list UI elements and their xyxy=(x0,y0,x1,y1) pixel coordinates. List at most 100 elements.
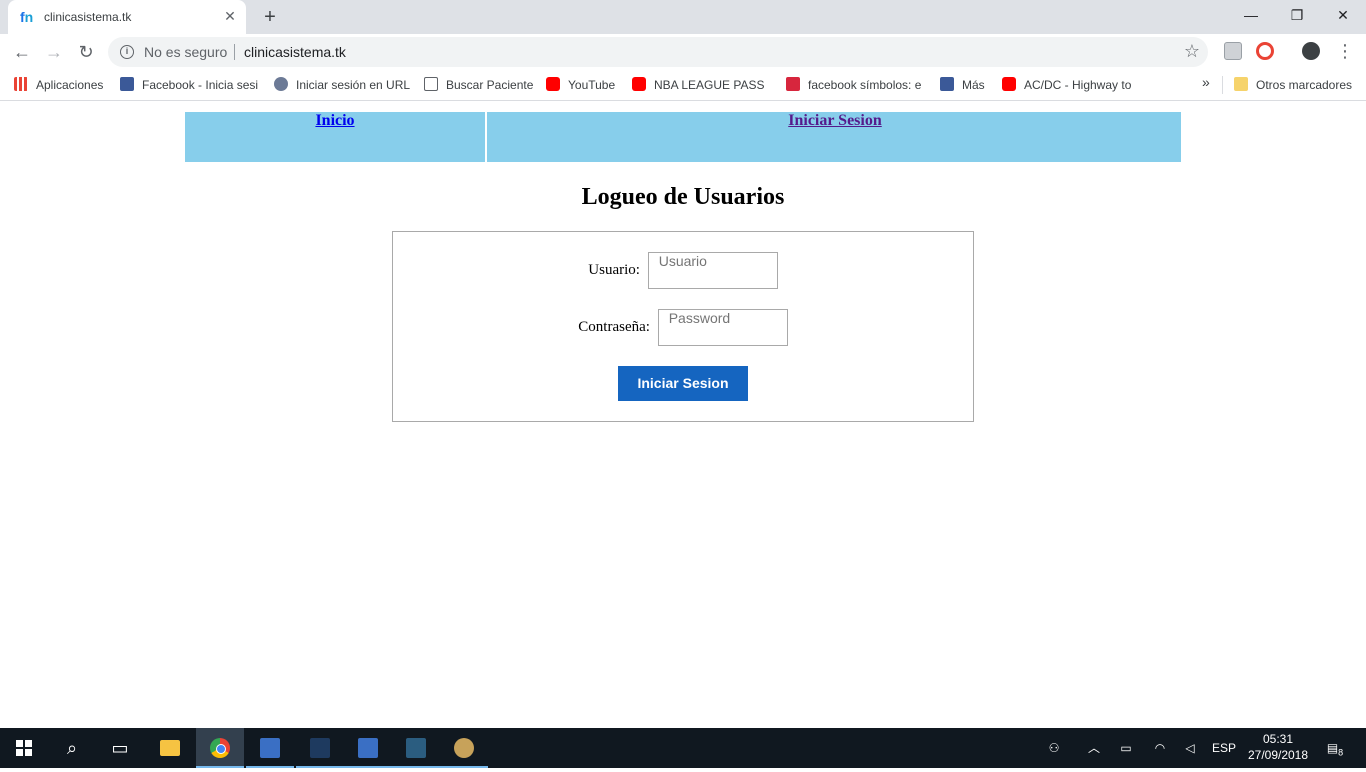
nav-cell-home: Inicio xyxy=(185,112,487,162)
bookmark-apps[interactable]: Aplicaciones xyxy=(14,76,110,94)
page-icon xyxy=(424,77,438,91)
close-window-button[interactable]: ✕ xyxy=(1320,0,1366,30)
bookmark-label: Aplicaciones xyxy=(36,78,104,92)
facebook-icon xyxy=(940,77,954,91)
taskbar-network-app[interactable] xyxy=(246,728,294,768)
nav-cell-login: Iniciar Sesion xyxy=(489,112,1181,162)
info-icon[interactable]: i xyxy=(120,45,134,59)
notifications-count: 8 xyxy=(1338,747,1344,758)
people-icon[interactable]: ⚇ xyxy=(1042,728,1066,768)
browser-toolbar: ← → ↻ i No es seguro clinicasistema.tk ☆ xyxy=(0,34,1366,70)
bookmark-mas[interactable]: Más xyxy=(940,76,990,94)
other-bookmarks[interactable]: Otros marcadores xyxy=(1234,76,1362,94)
minimize-window-button[interactable]: — xyxy=(1228,0,1274,30)
clock-date: 27/09/2018 xyxy=(1247,748,1309,762)
windows-icon xyxy=(16,740,32,756)
bookmark-youtube[interactable]: YouTube xyxy=(546,76,622,94)
page-title: Logueo de Usuarios xyxy=(581,184,785,210)
more-bookmarks-button[interactable]: » xyxy=(1202,74,1210,90)
bookmark-label: AC/DC - Highway to xyxy=(1024,78,1132,92)
bookmark-label: Más xyxy=(962,78,985,92)
taskbar-paint[interactable] xyxy=(440,728,488,768)
tab-strip: fn clinicasistema.tk ✕ + — ❐ ✕ xyxy=(0,0,1366,34)
password-input[interactable]: Password xyxy=(657,309,788,346)
extension-icon[interactable] xyxy=(1224,42,1242,60)
tray-expand-icon[interactable]: ︿ xyxy=(1084,728,1104,768)
bookmark-label: Iniciar sesión en URL xyxy=(296,78,411,92)
folder-icon xyxy=(160,740,180,756)
battery-icon[interactable]: ▭ xyxy=(1116,728,1136,768)
apps-icon xyxy=(14,77,28,91)
bookmark-acdc[interactable]: AC/DC - Highway to xyxy=(1002,76,1140,94)
taskbar-chrome[interactable] xyxy=(196,728,244,768)
network-icon xyxy=(358,738,378,758)
bookmark-label: Buscar Paciente xyxy=(446,78,534,92)
bookmark-label: Facebook - Inicia sesi xyxy=(142,78,258,92)
address-divider xyxy=(234,44,235,60)
other-bookmarks-label: Otros marcadores xyxy=(1256,78,1353,92)
bookmarks-bar: Aplicaciones Facebook - Inicia sesi Inic… xyxy=(0,70,1366,101)
close-tab-icon[interactable]: ✕ xyxy=(222,8,238,24)
url-text[interactable]: clinicasistema.tk xyxy=(244,44,346,60)
network-icon xyxy=(260,738,280,758)
password-label: Contraseña: xyxy=(578,319,650,335)
bookmark-label: NBA LEAGUE PASS H xyxy=(654,78,768,92)
bookmark-facebook[interactable]: Facebook - Inicia sesi xyxy=(120,76,258,94)
notifications-button[interactable]: ▤8 xyxy=(1322,728,1348,768)
extension-record-icon[interactable] xyxy=(1256,42,1274,60)
taskbar-mysql-workbench[interactable] xyxy=(392,728,440,768)
search-button[interactable]: ⌕ xyxy=(48,728,96,768)
bookmarks-divider xyxy=(1222,76,1223,94)
bookmark-buscar-paciente[interactable]: Buscar Paciente xyxy=(424,76,534,94)
site-nav: Inicio Iniciar Sesion xyxy=(185,112,1181,162)
task-view-button[interactable]: ▭ xyxy=(96,728,144,768)
login-form: Usuario: Usuario Contraseña: Password In… xyxy=(392,231,974,422)
profile-avatar[interactable] xyxy=(1302,42,1320,60)
app-icon xyxy=(310,738,330,758)
taskbar: ⌕ ▭ ⚇ ︿ ▭ ◠ ◁ ESP 05:31 27/09/2018 ▤8 xyxy=(0,728,1366,768)
notifications-icon: ▤ xyxy=(1326,741,1339,755)
nav-link-inicio[interactable]: Inicio xyxy=(315,112,354,129)
back-button[interactable]: ← xyxy=(10,40,34,64)
tab-title: clinicasistema.tk xyxy=(44,10,132,24)
bookmark-label: facebook símbolos: e xyxy=(808,78,922,92)
paint-icon xyxy=(454,738,474,758)
browser-menu-icon[interactable]: ⋮ xyxy=(1336,42,1354,62)
bookmark-url-login[interactable]: Iniciar sesión en URL xyxy=(274,76,414,94)
bookmark-facebook-simbolos[interactable]: facebook símbolos: e xyxy=(786,76,924,94)
chrome-icon xyxy=(210,738,230,758)
youtube-icon xyxy=(1002,77,1016,91)
start-button[interactable] xyxy=(0,728,48,768)
database-icon xyxy=(406,738,426,758)
youtube-icon xyxy=(546,77,560,91)
bookmark-label: YouTube xyxy=(568,78,616,92)
task-view-icon: ▭ xyxy=(111,738,129,758)
youtube-icon xyxy=(632,77,646,91)
security-status[interactable]: No es seguro xyxy=(144,44,227,60)
username-row: Usuario: Usuario xyxy=(393,252,973,289)
taskbar-network-app-2[interactable] xyxy=(344,728,392,768)
wifi-icon[interactable]: ◠ xyxy=(1150,728,1170,768)
nav-link-iniciar-sesion[interactable]: Iniciar Sesion xyxy=(788,112,882,129)
restore-window-button[interactable]: ❐ xyxy=(1274,0,1320,30)
username-input[interactable]: Usuario xyxy=(647,252,778,289)
site-favicon-icon: fn xyxy=(20,9,34,25)
username-label: Usuario: xyxy=(588,262,640,278)
search-icon: ⌕ xyxy=(66,738,78,758)
taskbar-app-diamond[interactable] xyxy=(296,728,344,768)
forward-button[interactable]: → xyxy=(42,40,66,64)
facebook-icon xyxy=(120,77,134,91)
new-tab-button[interactable]: + xyxy=(258,6,282,28)
login-button[interactable]: Iniciar Sesion xyxy=(618,366,748,401)
language-indicator[interactable]: ESP xyxy=(1210,728,1238,768)
bookmark-nba[interactable]: NBA LEAGUE PASS H xyxy=(632,76,768,94)
volume-icon[interactable]: ◁ xyxy=(1180,728,1200,768)
clock[interactable]: 05:31 27/09/2018 xyxy=(1240,731,1316,763)
reload-button[interactable]: ↻ xyxy=(74,40,98,64)
password-row: Contraseña: Password xyxy=(393,309,973,346)
bookmark-star-icon[interactable]: ☆ xyxy=(1184,41,1200,62)
address-bar[interactable]: i No es seguro clinicasistema.tk ☆ xyxy=(108,37,1208,67)
browser-tab[interactable]: fn clinicasistema.tk ✕ xyxy=(8,0,246,34)
taskbar-file-explorer[interactable] xyxy=(146,728,194,768)
clock-time: 05:31 xyxy=(1262,732,1294,746)
